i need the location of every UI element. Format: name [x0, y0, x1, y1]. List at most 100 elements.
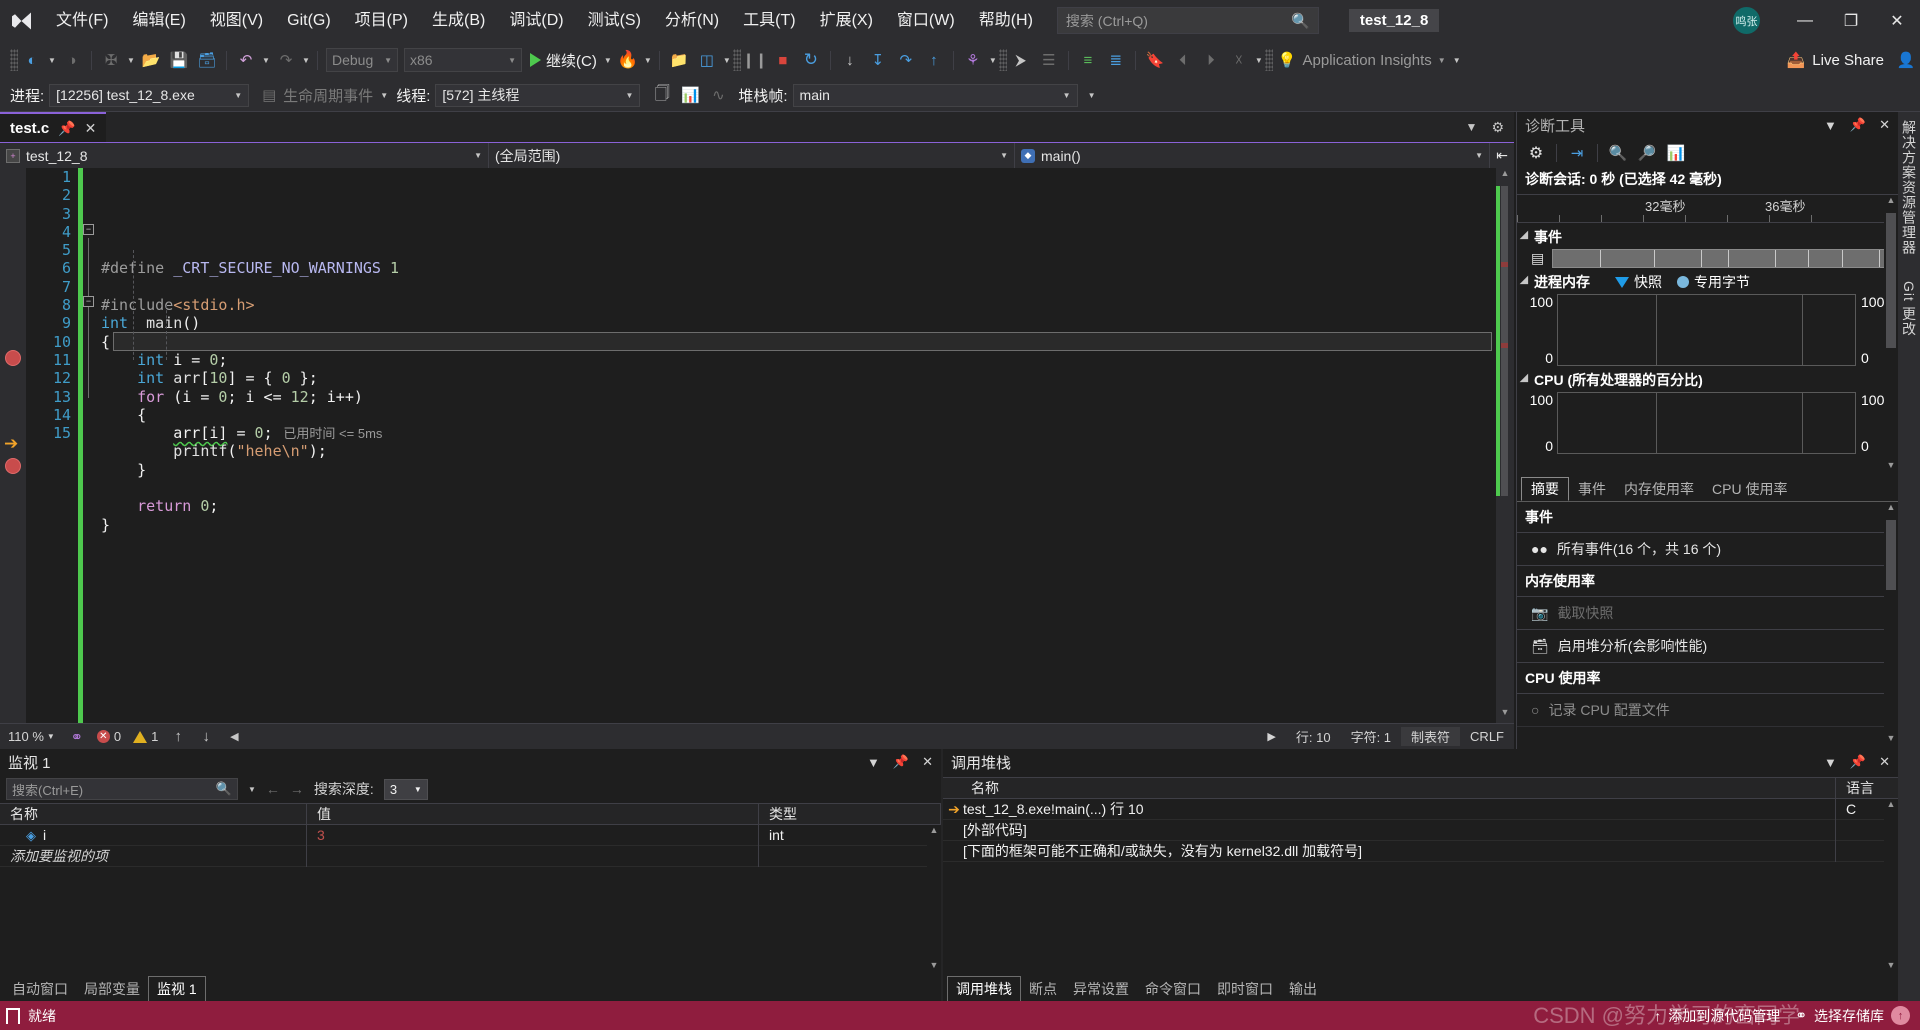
- stop-icon[interactable]: ■: [769, 47, 797, 73]
- table-row[interactable]: ➔ test_12_8.exe!main(...) 行 10 C: [943, 799, 1898, 820]
- code-editor[interactable]: ➔ 123456789101112131415 − −: [0, 168, 1514, 723]
- code-text[interactable]: #define _CRT_SECURE_NO_WARNINGS 1 #inclu…: [99, 168, 1496, 723]
- summary-scrollbar[interactable]: ▲ ▼: [1884, 502, 1898, 749]
- code-line[interactable]: {: [101, 406, 1496, 424]
- tab-test-c[interactable]: test.c 📌 ✕: [0, 112, 106, 142]
- scroll-up-icon[interactable]: ▲: [1884, 799, 1898, 814]
- watch-col-name[interactable]: 名称: [0, 803, 307, 825]
- watch-scrollbar[interactable]: ▲ ▼: [927, 825, 941, 975]
- menu-analyze[interactable]: 分析(N): [653, 0, 731, 41]
- debugbar-overflow-icon[interactable]: ▼: [1086, 91, 1098, 100]
- code-line[interactable]: int i = 0;: [101, 351, 1496, 369]
- code-line[interactable]: return 0;: [101, 497, 1496, 515]
- configuration-select[interactable]: Debug ▼: [326, 48, 398, 72]
- bookmark-chevron-down-icon[interactable]: ▼: [1253, 56, 1265, 65]
- step-out-icon[interactable]: ↷: [892, 47, 920, 73]
- menu-window[interactable]: 窗口(W): [885, 0, 967, 41]
- step-into-icon[interactable]: ↓: [836, 47, 864, 73]
- tab-watch-1[interactable]: 监视 1: [148, 976, 206, 1001]
- events-section-header[interactable]: 事件: [1517, 223, 1898, 249]
- restart-icon[interactable]: ↻: [797, 47, 825, 73]
- gear-icon[interactable]: ⚙: [1491, 119, 1504, 136]
- thread-select[interactable]: [572] 主线程 ▼: [435, 84, 640, 107]
- menu-debug[interactable]: 调试(D): [497, 0, 575, 41]
- events-track[interactable]: [1552, 249, 1890, 268]
- menu-help[interactable]: 帮助(H): [967, 0, 1045, 41]
- summary-record-cpu-row[interactable]: ○ 记录 CPU 配置文件: [1517, 694, 1898, 727]
- zoom-out-icon[interactable]: 🔎: [1634, 141, 1660, 165]
- chevron-down-icon[interactable]: ▼: [1824, 755, 1837, 770]
- tab-summary[interactable]: 摘要: [1521, 477, 1569, 501]
- menu-tools[interactable]: 工具(T): [731, 0, 807, 41]
- window-layout-icon[interactable]: ◫: [693, 47, 721, 73]
- table-row[interactable]: ◈ i 3 int: [0, 825, 941, 846]
- zoom-in-icon[interactable]: 🔍: [1605, 141, 1631, 165]
- code-line[interactable]: }: [101, 461, 1496, 479]
- watch-add-row[interactable]: 添加要监视的项: [0, 846, 941, 867]
- tab-callstack[interactable]: 调用堆栈: [947, 976, 1021, 1001]
- dock-tab-git-changes[interactable]: Git 更改: [1899, 281, 1919, 337]
- breakpoint-line-6[interactable]: [5, 350, 21, 366]
- toolbar-grip[interactable]: [10, 49, 18, 71]
- menu-test[interactable]: 测试(S): [576, 0, 653, 41]
- search-options-chevron-down-icon[interactable]: ▼: [248, 785, 256, 794]
- toolbar-grip-2[interactable]: [733, 49, 741, 71]
- tab-cpu-usage[interactable]: CPU 使用率: [1703, 477, 1796, 501]
- scrollbar-thumb[interactable]: [1886, 520, 1896, 590]
- select-repository-label[interactable]: 选择存储库: [1814, 1006, 1884, 1026]
- pin-icon[interactable]: 📌: [1850, 117, 1866, 133]
- menu-extensions[interactable]: 扩展(X): [808, 0, 885, 41]
- navbar-scope-select[interactable]: (全局范围) ▼: [489, 143, 1015, 169]
- code-line[interactable]: #define _CRT_SECURE_NO_WARNINGS 1: [101, 259, 1496, 277]
- code-line[interactable]: arr[i] = 0; 已用时间 <= 5ms: [101, 424, 1496, 442]
- watch-row-value[interactable]: 3: [307, 825, 759, 846]
- indent-icon[interactable]: ≡: [1074, 47, 1102, 73]
- navigate-back-chevron-down-icon[interactable]: ▼: [46, 56, 58, 65]
- table-row[interactable]: [下面的框架可能不正确和/或缺失，没有为 kernel32.dll 加载符号]: [943, 841, 1898, 862]
- navigate-back-icon[interactable]: ◐: [18, 47, 46, 73]
- arrow-down-icon[interactable]: ↓: [192, 724, 220, 750]
- gear-icon[interactable]: ⚙: [1523, 141, 1549, 165]
- scroll-up-icon[interactable]: ▲: [1884, 502, 1898, 518]
- scroll-down-icon[interactable]: ▼: [1884, 733, 1898, 749]
- threads-chevron-down-icon[interactable]: ▼: [987, 56, 999, 65]
- summary-enable-heap-row[interactable]: 🗃 启用堆分析(会影响性能): [1517, 630, 1898, 663]
- scrollbar-thumb[interactable]: [1886, 213, 1896, 348]
- continue-button[interactable]: 继续(C): [525, 47, 602, 73]
- dock-tab-solution-explorer[interactable]: 解决方案资源管理器: [1899, 120, 1919, 255]
- pin-icon[interactable]: 📌: [58, 120, 75, 137]
- scroll-down-icon[interactable]: ▼: [1884, 460, 1898, 476]
- search-depth-select[interactable]: 3 ▼: [384, 779, 428, 800]
- code-line[interactable]: #include<stdio.h>: [101, 296, 1496, 314]
- tab-breakpoints[interactable]: 断点: [1021, 976, 1065, 1001]
- chevron-down-icon[interactable]: ▼: [1824, 118, 1837, 133]
- bookmark-icon[interactable]: 🔖: [1141, 47, 1169, 73]
- tab-immediate-window[interactable]: 即时窗口: [1209, 976, 1281, 1001]
- warning-count-badge[interactable]: 1: [127, 729, 164, 744]
- notification-icon[interactable]: ↑: [1891, 1006, 1910, 1025]
- fold-toggle-main[interactable]: −: [83, 224, 94, 235]
- save-icon[interactable]: 💾: [165, 47, 193, 73]
- scrollbar-thumb[interactable]: [1501, 186, 1508, 496]
- callstack-col-language[interactable]: 语言: [1836, 777, 1898, 799]
- close-icon[interactable]: ✕: [1879, 754, 1890, 770]
- split-editor-icon[interactable]: ⇤: [1490, 143, 1514, 169]
- close-button[interactable]: ✕: [1874, 0, 1920, 41]
- code-line[interactable]: int main(): [101, 314, 1496, 332]
- minimize-button[interactable]: —: [1782, 0, 1828, 41]
- code-line[interactable]: }: [101, 516, 1496, 534]
- menu-file[interactable]: 文件(F): [44, 0, 120, 41]
- attach-to-process-icon[interactable]: 📁: [665, 47, 693, 73]
- menu-edit[interactable]: 编辑(E): [120, 0, 197, 41]
- watch-search-input[interactable]: 搜索(Ctrl+E) 🔍: [6, 778, 238, 800]
- tab-exception-settings[interactable]: 异常设置: [1065, 976, 1137, 1001]
- diagnostic-graphs-scrollbar[interactable]: ▲ ▼: [1884, 195, 1898, 476]
- continue-chevron-down-icon[interactable]: ▼: [602, 56, 614, 65]
- scroll-up-icon[interactable]: ▲: [1884, 195, 1898, 211]
- menu-git[interactable]: Git(G): [275, 0, 343, 41]
- code-line[interactable]: int arr[10] = { 0 };: [101, 369, 1496, 387]
- hot-reload-icon[interactable]: 🔥: [614, 47, 642, 73]
- tab-command-window[interactable]: 命令窗口: [1137, 976, 1209, 1001]
- save-all-icon[interactable]: 🗃: [193, 47, 221, 73]
- code-line[interactable]: for (i = 0; i <= 12; i++): [101, 388, 1496, 406]
